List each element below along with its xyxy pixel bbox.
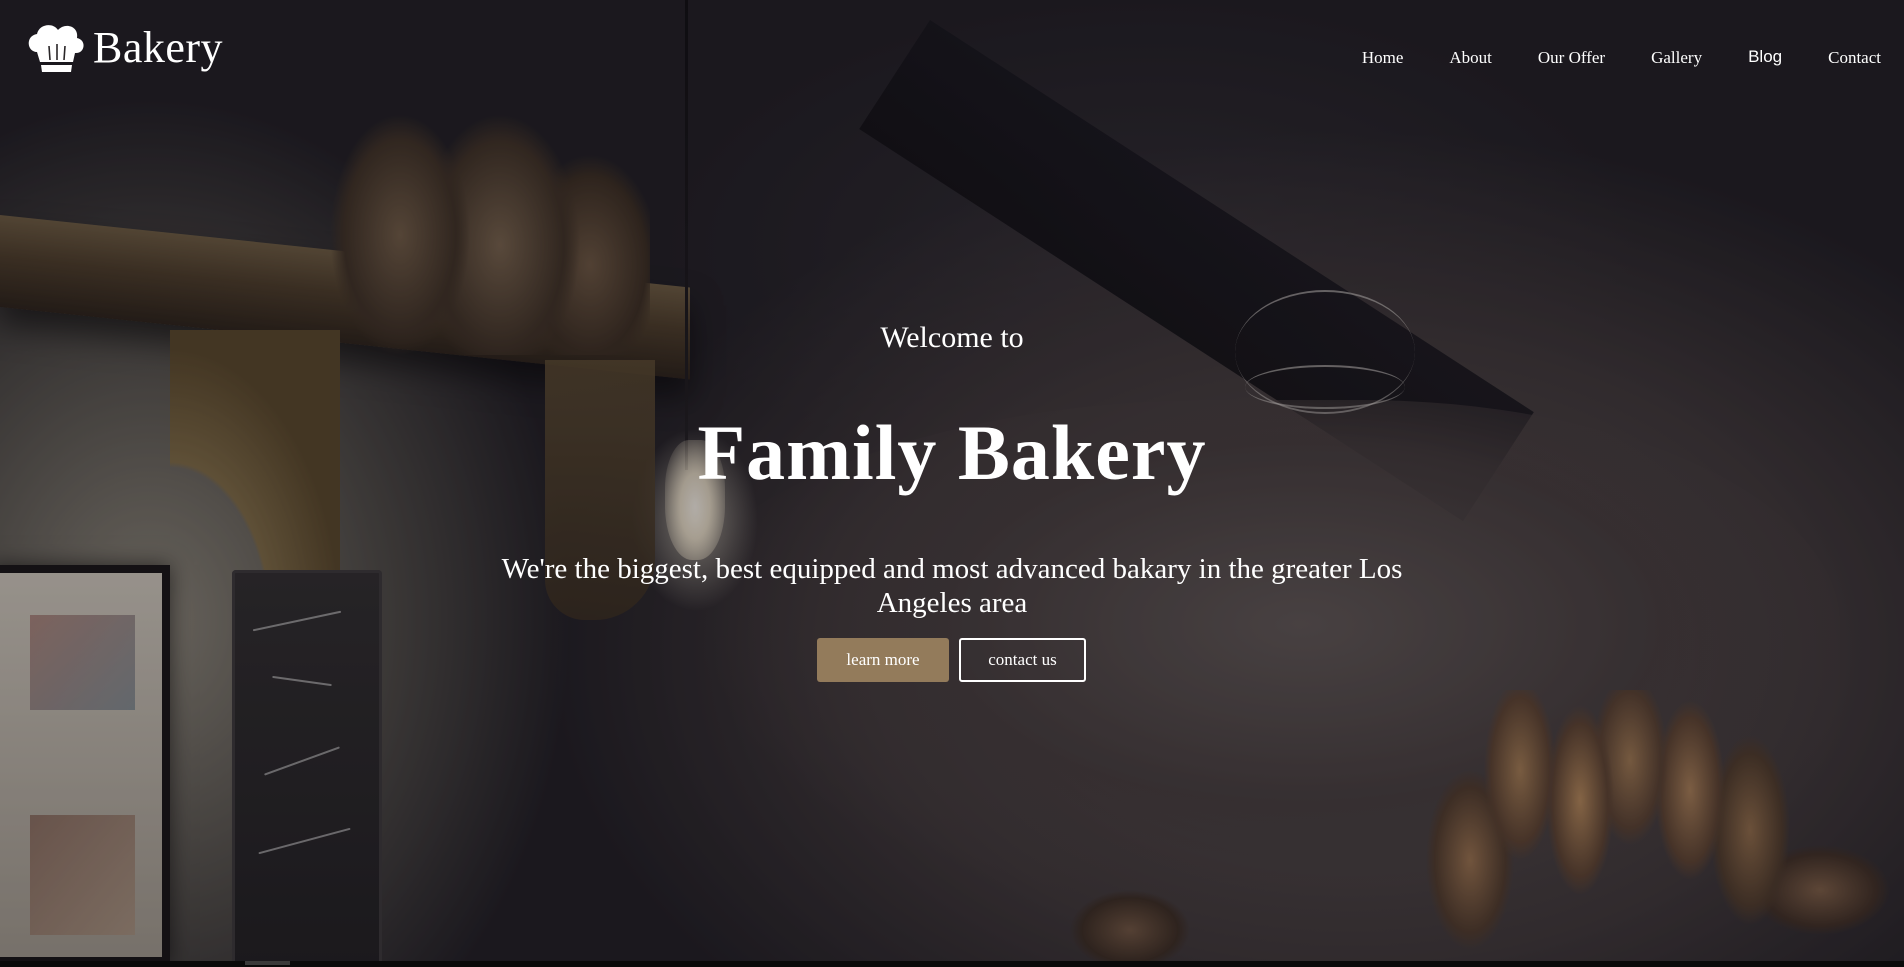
brand-logo-link[interactable]: Bakery	[25, 22, 223, 74]
contact-us-button[interactable]: contact us	[959, 638, 1086, 682]
nav-link-gallery[interactable]: Gallery	[1628, 48, 1725, 68]
main-nav: Home About Our Offer Gallery Blog Contac…	[1339, 47, 1904, 68]
horizontal-scrollbar[interactable]	[0, 961, 1904, 967]
nav-link-contact[interactable]: Contact	[1805, 48, 1904, 68]
nav-link-home[interactable]: Home	[1339, 48, 1427, 68]
nav-item-home: Home	[1339, 48, 1427, 68]
nav-item-contact: Contact	[1805, 48, 1904, 68]
nav-link-about[interactable]: About	[1426, 48, 1515, 68]
hero-welcome: Welcome to	[880, 321, 1024, 354]
brand-name: Bakery	[93, 23, 224, 72]
hero-title: Family Bakery	[697, 409, 1207, 496]
nav-link-our-offer[interactable]: Our Offer	[1515, 48, 1628, 68]
learn-more-button[interactable]: learn more	[817, 638, 949, 682]
nav-item-gallery: Gallery	[1628, 48, 1725, 68]
hero-tagline: We're the biggest, best equipped and mos…	[501, 553, 1403, 619]
nav-link-blog[interactable]: Blog	[1725, 47, 1805, 67]
nav-item-about: About	[1426, 48, 1515, 68]
chef-hat-icon	[28, 25, 84, 72]
scrollbar-thumb[interactable]	[245, 961, 290, 965]
nav-item-blog: Blog	[1725, 47, 1805, 68]
nav-item-our-offer: Our Offer	[1515, 48, 1628, 68]
navbar: Bakery Home About Our Offer Gallery Blog…	[0, 0, 1904, 110]
